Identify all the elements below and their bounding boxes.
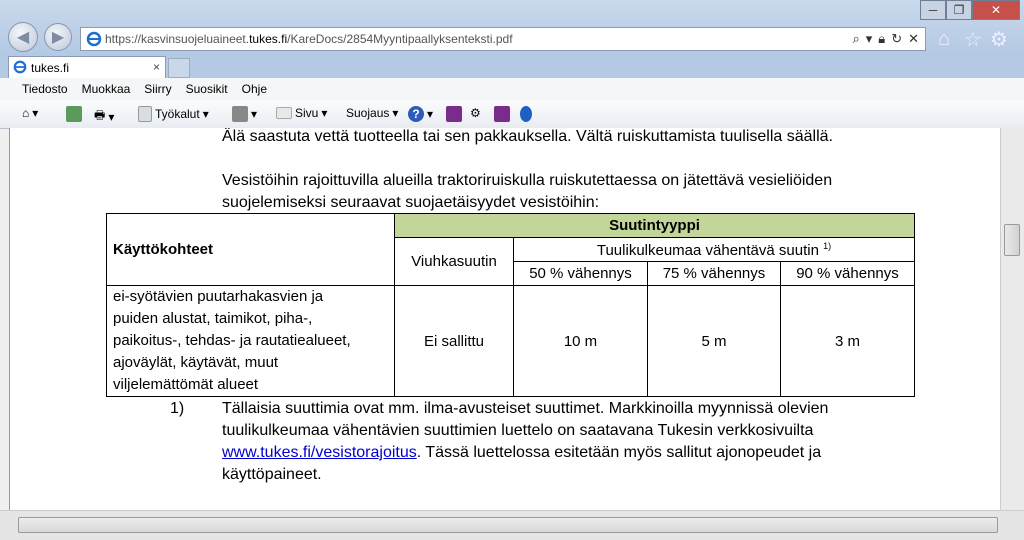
col-drift-header: Tuulikulkeumaa vähentävä suutin 1) bbox=[513, 237, 915, 262]
menu-bar: Tiedosto Muokkaa Siirry Suosikit Ohje bbox=[0, 78, 1024, 101]
search-icon[interactable]: ⌕ bbox=[852, 31, 859, 47]
sub-header-75: 75 % vähennys bbox=[647, 261, 781, 286]
onenote-send-button[interactable] bbox=[494, 106, 510, 122]
address-bar[interactable]: https://kasvinsuojeluaineet.tukes.fi/Kar… bbox=[80, 27, 926, 51]
stop-icon[interactable]: ✕ bbox=[908, 31, 919, 47]
page-icon bbox=[138, 106, 152, 122]
tab-title: tukes.fi bbox=[31, 60, 70, 75]
refresh-icon[interactable]: ↻ bbox=[891, 31, 902, 47]
doc-line-3: suojelemiseksi seuraavat suojaetäisyydet… bbox=[222, 194, 600, 211]
back-button[interactable]: ◀ bbox=[8, 22, 38, 52]
close-button[interactable]: ✕ bbox=[972, 0, 1020, 20]
feeds-check-button[interactable] bbox=[66, 106, 82, 122]
nozzle-type-header: Suutintyyppi bbox=[394, 213, 915, 238]
maximize-button[interactable]: ❐ bbox=[946, 0, 972, 20]
distance-table: Käyttökohteet Suutintyyppi Viuhkasuutin … bbox=[106, 213, 915, 397]
tools-menu-button[interactable]: Työkalut ▾ bbox=[138, 106, 209, 122]
forward-button[interactable]: ▶ bbox=[44, 23, 72, 51]
dropdown-icon[interactable]: ▾ bbox=[866, 31, 873, 47]
footnote-line-1: Tällaisia suuttimia ovat mm. ilma-avuste… bbox=[222, 400, 829, 417]
mail-icon bbox=[276, 107, 292, 119]
lock-icon[interactable]: 🔒︎ bbox=[878, 31, 885, 47]
menu-help[interactable]: Ohje bbox=[242, 82, 267, 96]
menu-favorites[interactable]: Suosikit bbox=[186, 82, 228, 96]
command-bar: ⌂ ▾ 🖶︎ ▾ Työkalut ▾ ▾ Sivu ▾ Suojaus ▾ ? ▾ ⚙ bbox=[0, 100, 1024, 129]
vertical-scrollbar[interactable] bbox=[1000, 128, 1024, 510]
print-icon: 🖶︎ bbox=[94, 108, 106, 122]
value-90-cell: 3 m bbox=[780, 285, 915, 397]
rss-button[interactable]: ▾ bbox=[232, 106, 257, 122]
help-button[interactable]: ? ▾ bbox=[408, 106, 433, 122]
favorites-star-icon[interactable]: ☆ bbox=[964, 27, 982, 52]
usage-cell: ei-syötävien puutarhakasvien ja puiden a… bbox=[106, 285, 395, 397]
tab-bar: tukes.fi × bbox=[0, 54, 1024, 78]
ie-tab-icon bbox=[13, 60, 27, 74]
gear-icon: ⚙ bbox=[470, 106, 481, 120]
horizontal-scroll-thumb[interactable] bbox=[18, 517, 998, 533]
print-button[interactable]: 🖶︎ ▾ bbox=[94, 106, 114, 127]
fan-value-cell: Ei sallittu bbox=[394, 285, 514, 397]
home-icon[interactable]: ⌂ bbox=[938, 28, 950, 51]
tab-tukes[interactable]: tukes.fi × bbox=[8, 56, 166, 78]
col-fan-header: Viuhkasuutin bbox=[394, 237, 514, 286]
home-small-icon: ⌂ bbox=[22, 106, 30, 120]
back-arrow-icon: ◀ bbox=[16, 29, 30, 46]
forward-arrow-icon: ▶ bbox=[51, 29, 65, 46]
title-bar: ◀ ▶ https://kasvinsuojeluaineet.tukes.fi… bbox=[0, 0, 1024, 54]
col-usage-header: Käyttökohteet bbox=[106, 213, 395, 286]
feeds-check-icon bbox=[66, 106, 82, 122]
menu-go[interactable]: Siirry bbox=[144, 82, 171, 96]
vesistorajoitus-link[interactable]: www.tukes.fi/vesistorajoitus bbox=[222, 444, 417, 461]
page-menu-button[interactable]: Sivu ▾ bbox=[276, 106, 327, 120]
onenote-button[interactable] bbox=[446, 106, 462, 122]
value-75-cell: 5 m bbox=[647, 285, 781, 397]
home-button[interactable]: ⌂ ▾ bbox=[22, 106, 38, 120]
doc-line-1: Älä saastuta vettä tuotteella tai sen pa… bbox=[222, 128, 833, 145]
horizontal-scrollbar[interactable] bbox=[0, 510, 1024, 540]
new-tab-button[interactable] bbox=[168, 58, 190, 78]
footnote-line-4: käyttöpaineet. bbox=[222, 466, 322, 483]
value-50-cell: 10 m bbox=[513, 285, 648, 397]
rss-icon bbox=[232, 106, 248, 122]
footnote-line-2: tuulikulkeumaa vähentävien suuttimien lu… bbox=[222, 422, 814, 439]
menu-file[interactable]: Tiedosto bbox=[22, 82, 68, 96]
bluetooth-icon bbox=[520, 106, 532, 122]
settings-gear-button[interactable]: ⚙ bbox=[470, 106, 481, 120]
sub-header-50: 50 % vähennys bbox=[513, 261, 648, 286]
menu-edit[interactable]: Muokkaa bbox=[82, 82, 131, 96]
onenote-icon bbox=[446, 106, 462, 122]
pdf-viewer[interactable]: Älä saastuta vettä tuotteella tai sen pa… bbox=[9, 128, 1002, 510]
bluetooth-button[interactable] bbox=[520, 106, 532, 122]
safety-menu-button[interactable]: Suojaus ▾ bbox=[346, 106, 398, 120]
vertical-scroll-thumb[interactable] bbox=[1004, 224, 1020, 256]
doc-line-2: Vesistöihin rajoittuvilla alueilla trakt… bbox=[222, 172, 833, 189]
onenote-send-icon bbox=[494, 106, 510, 122]
tab-close-icon[interactable]: × bbox=[153, 60, 160, 74]
minimize-button[interactable]: ─ bbox=[920, 0, 946, 20]
footnote-number: 1) bbox=[170, 400, 185, 417]
sub-header-90: 90 % vähennys bbox=[780, 261, 915, 286]
tools-gear-icon[interactable]: ⚙ bbox=[990, 27, 1008, 52]
address-url: https://kasvinsuojeluaineet.tukes.fi/Kar… bbox=[105, 32, 513, 46]
ie-page-icon bbox=[86, 31, 102, 47]
footnote-line-3: www.tukes.fi/vesistorajoitus. Tässä luet… bbox=[222, 444, 822, 461]
help-icon: ? bbox=[408, 106, 424, 122]
